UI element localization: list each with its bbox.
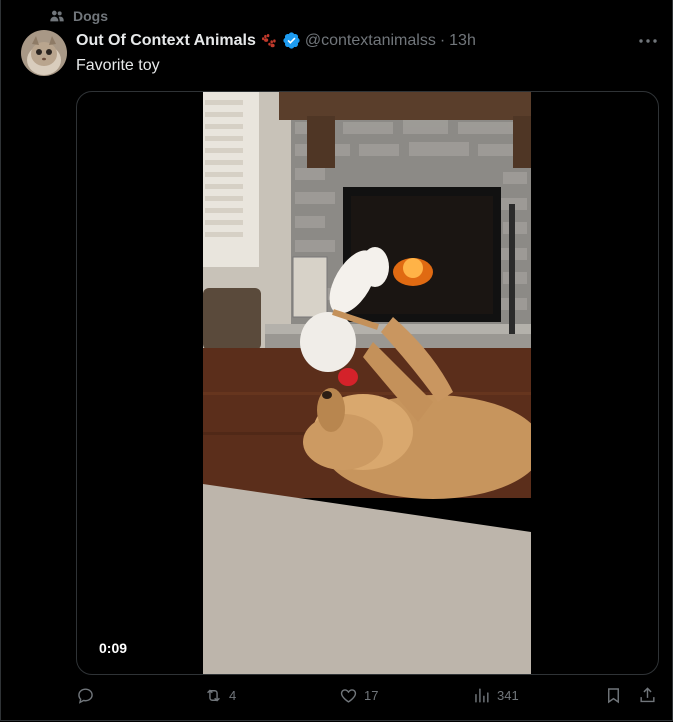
action-bar: 4 17 341 xyxy=(76,686,661,710)
tweet-header: Out Of Context Animals @contextanimalss … xyxy=(76,31,476,50)
share-button[interactable] xyxy=(638,686,657,705)
timestamp[interactable]: 13h xyxy=(449,32,476,50)
people-icon xyxy=(50,10,64,22)
separator-dot: · xyxy=(439,31,446,49)
video-player[interactable]: 0:09 xyxy=(76,91,659,675)
verified-badge-icon xyxy=(283,32,300,49)
tweet-text: Favorite toy xyxy=(76,57,160,74)
views-icon xyxy=(475,688,489,703)
reply-icon xyxy=(78,688,93,704)
views-count: 341 xyxy=(497,688,519,703)
like-button[interactable]: 17 xyxy=(339,686,378,705)
video-still xyxy=(203,92,531,674)
retweet-count: 4 xyxy=(229,688,237,703)
author-name[interactable]: Out Of Context Animals xyxy=(76,32,256,50)
more-options-button[interactable] xyxy=(637,32,659,50)
reply-button[interactable] xyxy=(76,686,101,705)
bookmark-button[interactable] xyxy=(604,686,623,705)
video-duration: 0:09 xyxy=(93,637,134,659)
views-button[interactable]: 341 xyxy=(472,686,519,705)
like-count: 17 xyxy=(364,688,379,703)
social-context[interactable]: Dogs xyxy=(49,8,108,24)
more-icon xyxy=(639,39,657,43)
share-icon xyxy=(640,687,655,703)
retweet-button[interactable]: 4 xyxy=(204,686,236,705)
avatar[interactable] xyxy=(21,30,67,76)
bookmark-icon xyxy=(608,688,619,704)
author-handle[interactable]: @contextanimalss xyxy=(305,32,436,50)
social-context-label: Dogs xyxy=(73,8,108,24)
retweet-icon xyxy=(207,689,220,702)
heart-icon xyxy=(340,689,357,703)
video-frame[interactable] xyxy=(203,92,531,674)
tweet-article[interactable]: Dogs Out Of Context Animals @contextanim… xyxy=(0,0,673,721)
paw-prints-icon xyxy=(261,33,276,47)
